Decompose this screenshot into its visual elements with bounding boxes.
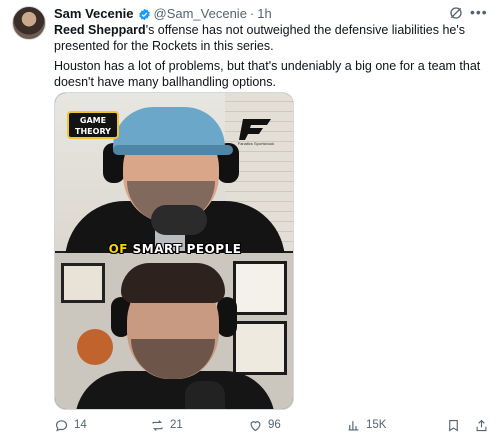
video-bottom-panel [55, 253, 293, 409]
headphones-icon [217, 297, 237, 337]
host-2-hair [121, 263, 225, 303]
microphone-icon [151, 205, 207, 235]
tweet-header: Sam Vecenie @Sam_Vecenie · 1h [54, 6, 272, 22]
wall-frame [233, 321, 287, 375]
basketball-icon [77, 329, 113, 365]
cap-brim [113, 145, 233, 155]
caption-text: SMART PEOPLE [127, 242, 242, 256]
repost-button[interactable]: 21 [150, 416, 183, 434]
video-caption: OF SMART PEOPLE [55, 242, 293, 256]
views-count: 15K [366, 419, 387, 431]
wall-frame [61, 263, 105, 303]
game-theory-logo: GAME THEORY [67, 111, 119, 139]
tweet-actions-bar: 14 21 96 15K [54, 416, 494, 434]
share-icon [476, 419, 487, 431]
tweet[interactable]: Sam Vecenie @Sam_Vecenie · 1h ••• Reed S… [0, 0, 500, 440]
author-name[interactable]: Sam Vecenie [54, 6, 134, 22]
views-icon [348, 420, 359, 430]
grok-icon[interactable] [448, 5, 464, 21]
reply-count: 14 [74, 419, 87, 431]
repost-icon [152, 419, 163, 431]
more-icon[interactable]: ••• [470, 4, 488, 20]
microphone-icon [185, 381, 225, 409]
fanatics-logo [239, 119, 271, 140]
timestamp[interactable]: 1h [257, 6, 271, 22]
verified-badge-icon [138, 8, 150, 20]
video-thumbnail[interactable]: GAME THEORY Fanatics Sportsbook OF SMART… [54, 92, 294, 410]
views-button[interactable]: 15K [346, 416, 386, 434]
video-top-panel: GAME THEORY Fanatics Sportsbook [55, 93, 293, 261]
like-icon [250, 420, 261, 431]
separator-dot: · [249, 6, 255, 21]
mention-reed-sheppard[interactable]: Reed Sheppard [54, 23, 146, 37]
tweet-text-paragraph-1: Reed Sheppard's offense has not outweigh… [54, 22, 492, 54]
wall-frame [233, 261, 287, 315]
reply-icon [55, 419, 68, 431]
bookmark-button[interactable] [446, 416, 461, 434]
like-count: 96 [268, 419, 281, 431]
repost-count: 21 [170, 419, 183, 431]
reply-button[interactable]: 14 [54, 416, 87, 434]
bookmark-icon [449, 419, 458, 432]
like-button[interactable]: 96 [248, 416, 281, 434]
fanatics-logo-caption: Fanatics Sportsbook [237, 141, 275, 146]
tweet-text-paragraph-2: Houston has a lot of problems, but that'… [54, 59, 481, 89]
caption-highlight: OF [108, 242, 128, 256]
author-handle[interactable]: @Sam_Vecenie [154, 6, 247, 22]
avatar[interactable] [12, 6, 46, 40]
share-button[interactable] [474, 416, 489, 434]
